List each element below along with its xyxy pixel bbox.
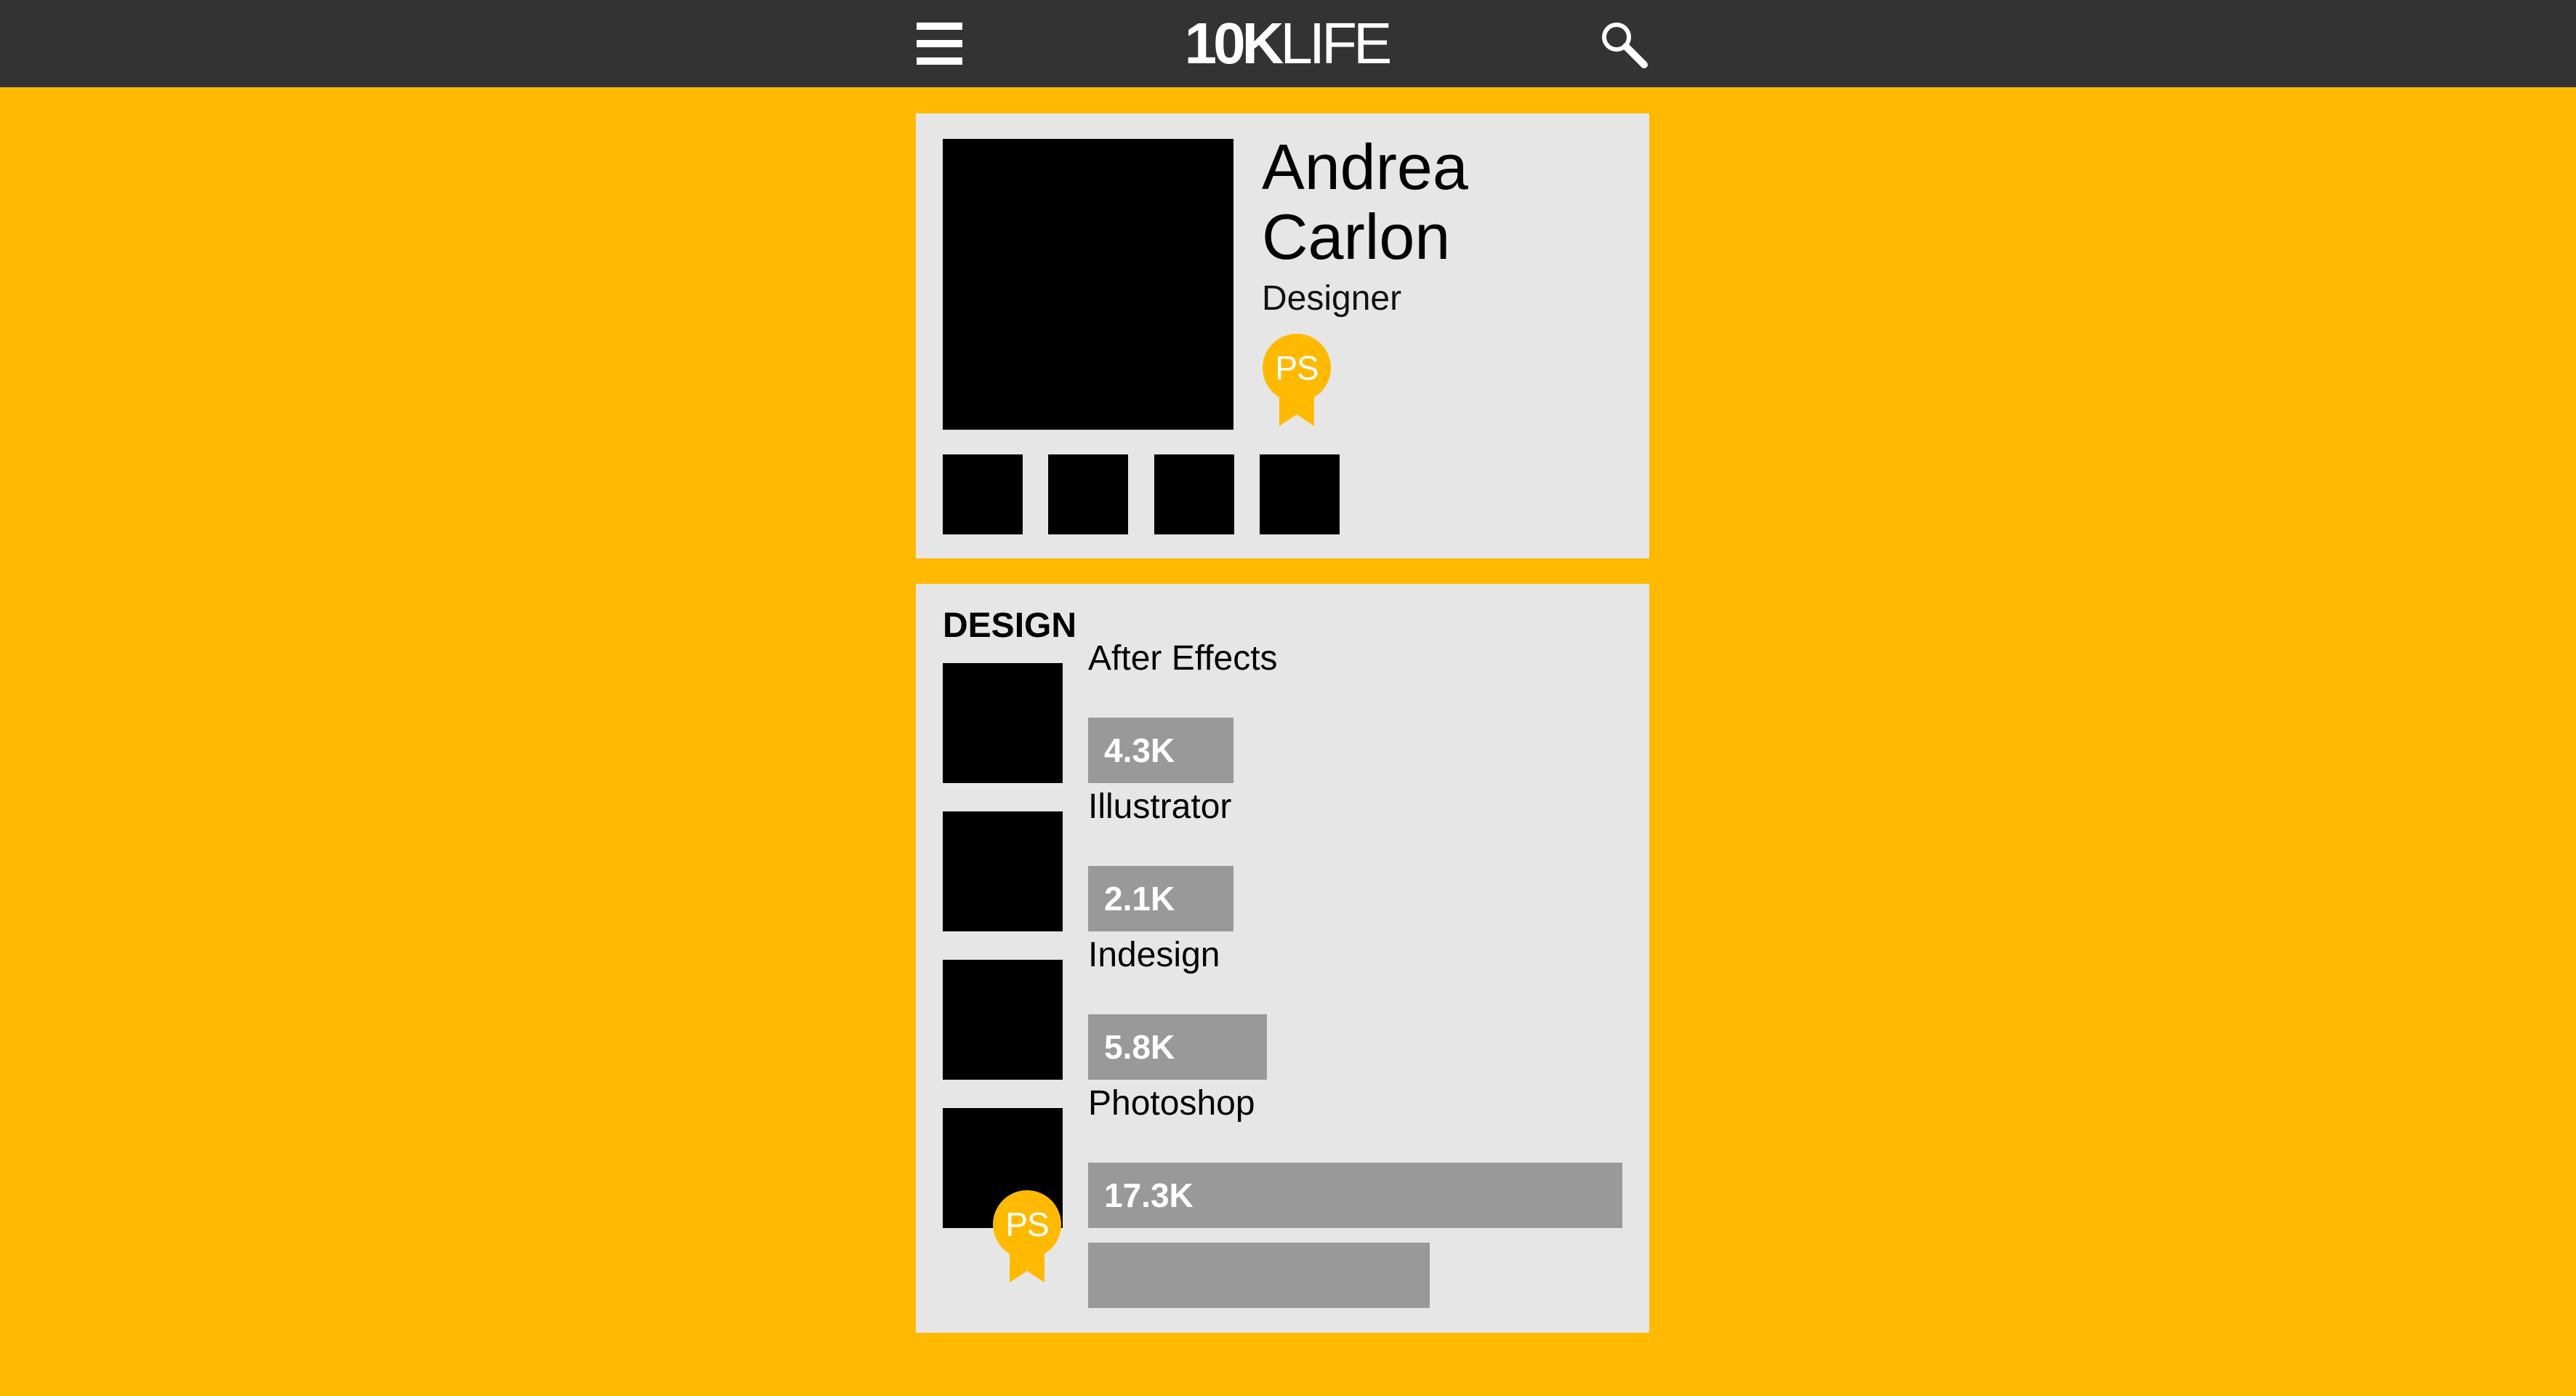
skill-bar-illustrator: 2.1K — [1088, 866, 1233, 931]
last-name: Carlon — [1262, 201, 1451, 273]
skill-name-after-effects[interactable]: After Effects — [1088, 637, 1278, 681]
avatar[interactable] — [943, 139, 1233, 430]
skills-card: DESIGN After Effects 4.3K Illustrator 2.… — [916, 584, 1649, 1333]
logo-thin-text: LIFE — [1280, 11, 1392, 76]
profile-role: Designer — [1262, 279, 1402, 318]
search-button[interactable] — [1599, 20, 1649, 69]
top-bar: 10KLIFE — [0, 0, 2576, 87]
app-logo: 10KLIFE — [1178, 10, 1396, 77]
gallery-thumbnail[interactable] — [1048, 454, 1128, 534]
profile-name: Andrea Carlon — [1262, 132, 1640, 272]
logo-bold-text: 10K — [1184, 11, 1284, 76]
magnifier-search-icon — [1602, 23, 1648, 68]
skill-name-indesign[interactable]: Indesign — [1088, 934, 1220, 977]
skill-name-illustrator[interactable]: Illustrator — [1088, 785, 1231, 829]
skill-bar-photoshop: 17.3K — [1088, 1163, 1622, 1228]
skill-value-photoshop: 17.3K — [1104, 1176, 1194, 1214]
gallery-thumbnail[interactable] — [1154, 454, 1234, 534]
profile-card: Andrea Carlon Designer PS — [916, 113, 1649, 558]
gallery-thumbnail[interactable] — [943, 454, 1023, 534]
skill-bar-after-effects: 4.3K — [1088, 718, 1233, 783]
menu-button[interactable] — [912, 18, 967, 69]
skill-icon-after-effects[interactable] — [943, 663, 1063, 783]
skill-value-after-effects: 4.3K — [1104, 731, 1175, 769]
skill-icon-illustrator[interactable] — [943, 811, 1063, 931]
photoshop-badge[interactable]: PS — [992, 1190, 1062, 1284]
badge-label: PS — [1005, 1206, 1049, 1243]
profile-badge[interactable]: PS — [1262, 333, 1332, 428]
section-title: DESIGN — [943, 606, 1077, 645]
badge-label: PS — [1275, 349, 1319, 387]
skill-bar-placeholder — [1088, 1243, 1430, 1308]
skill-icon-indesign[interactable] — [943, 960, 1063, 1080]
skill-value-indesign: 5.8K — [1104, 1028, 1175, 1066]
skill-value-illustrator: 2.1K — [1104, 880, 1175, 918]
first-name: Andrea — [1262, 131, 1468, 203]
skill-name-photoshop[interactable]: Photoshop — [1088, 1082, 1255, 1126]
gallery-thumbnail[interactable] — [1260, 454, 1340, 534]
skill-bar-indesign: 5.8K — [1088, 1014, 1267, 1080]
